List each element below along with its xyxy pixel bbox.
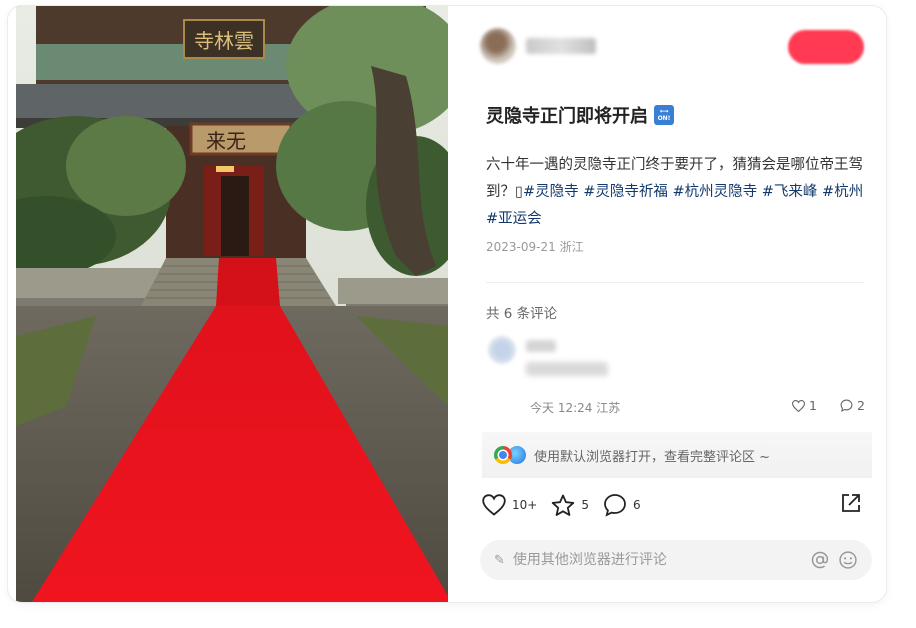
commenter-avatar[interactable]	[488, 336, 516, 364]
comment-reply-button[interactable]: 2	[840, 398, 865, 413]
hashtag[interactable]: #灵隐寺祈福	[583, 184, 668, 200]
post-meta: 2023-09-21 浙江	[486, 238, 584, 255]
post-body: 六十年一遇的灵隐寺正门终于要开了，猜猜会是哪位帝王驾到？▯#灵隐寺 #灵隐寺祈福…	[486, 152, 868, 233]
comment-count: 共 6 条评论	[486, 306, 558, 322]
pencil-icon: ✎	[494, 552, 505, 568]
commenter-name-redacted[interactable]	[526, 340, 556, 352]
open-in-browser-banner[interactable]: 使用默认浏览器打开，查看完整评论区 ~	[482, 432, 872, 478]
on-badge-arrows: ⟷	[659, 108, 669, 115]
heart-icon	[792, 399, 805, 412]
plaque-gate-text: 来无	[206, 129, 246, 153]
comment-time: 今天 12:24	[530, 401, 593, 415]
comment-input-box[interactable]: ✎	[480, 540, 872, 580]
comment-text-redacted	[526, 362, 608, 376]
post-actions: 10+ 5 6	[482, 490, 655, 520]
comment-reply-count: 2	[857, 398, 865, 413]
comment-input[interactable]	[510, 551, 802, 569]
collect-button[interactable]: 5	[551, 494, 589, 517]
temple-photo: 寺林雲 来无	[16, 6, 448, 602]
comment-like-count: 1	[809, 398, 817, 413]
post-detail-pane: 灵隐寺正门即将开启 ⟷ ON! 六十年一遇的灵隐寺正门终于要开了，猜猜会是哪位帝…	[448, 6, 886, 602]
post-title-text: 灵隐寺正门即将开启	[486, 106, 648, 127]
missing-glyph: ▯	[515, 184, 523, 200]
hashtag[interactable]: #亚运会	[486, 211, 542, 227]
open-in-browser-label: 使用默认浏览器打开，查看完整评论区 ~	[534, 449, 771, 465]
comment-meta: 今天 12:24 江苏	[530, 399, 620, 416]
comment-location: 江苏	[596, 401, 621, 415]
author-avatar[interactable]	[480, 28, 516, 64]
heart-icon	[482, 494, 506, 516]
plaque-top-text: 寺林雲	[194, 29, 254, 53]
browser-icons	[494, 446, 526, 464]
on-badge-text: ON!	[657, 115, 671, 122]
chrome-icon	[494, 446, 512, 464]
author-info[interactable]	[480, 28, 596, 64]
hashtag[interactable]: #灵隐寺	[523, 184, 579, 200]
like-count: 10+	[512, 498, 538, 512]
hashtag[interactable]: #杭州灵隐寺	[673, 184, 758, 200]
hashtag[interactable]: #杭州	[822, 184, 863, 200]
hashtag[interactable]: #飞来峰	[762, 184, 818, 200]
mention-icon[interactable]	[810, 550, 830, 570]
comment-count-action: 6	[632, 498, 641, 512]
comment-bubble-icon	[604, 494, 626, 517]
post-location: 浙江	[559, 240, 584, 254]
emoji-icon[interactable]	[838, 550, 858, 570]
post-date: 2023-09-21	[486, 240, 556, 254]
share-icon	[842, 494, 860, 512]
collect-count: 5	[581, 498, 589, 512]
comment-like-button[interactable]: 1	[792, 398, 817, 413]
divider	[486, 282, 864, 283]
author-name-redacted[interactable]	[526, 38, 596, 54]
comment-button[interactable]: 6	[603, 493, 641, 517]
star-icon	[552, 494, 575, 516]
like-button[interactable]: 10+	[482, 494, 537, 516]
reply-bubble-icon	[840, 399, 853, 412]
post-title: 灵隐寺正门即将开启 ⟷ ON!	[486, 102, 674, 128]
post-photo[interactable]: 寺林雲 来无	[16, 6, 448, 602]
post-card: 寺林雲 来无 灵隐寺正门即将开启 ⟷ ON! 六十年一遇的灵隐寺正门终于要开了，…	[8, 6, 886, 602]
share-button[interactable]	[840, 492, 862, 518]
on-badge-icon: ⟷ ON!	[654, 105, 674, 125]
follow-button-redacted[interactable]	[788, 30, 864, 64]
